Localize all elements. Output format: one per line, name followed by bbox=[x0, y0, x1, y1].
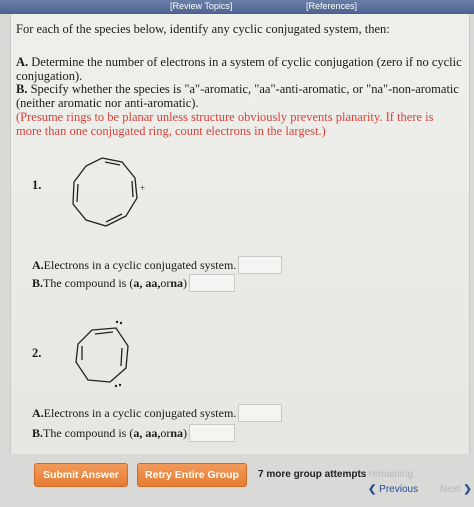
q1-classification-label-post: ) bbox=[183, 276, 188, 290]
step-b-letter: B. bbox=[16, 82, 28, 96]
q1-classification-row: B. The compound is (a, aa, or na) bbox=[32, 274, 236, 292]
double-bond-2-1 bbox=[94, 331, 114, 335]
q2-classification-label-post: ) bbox=[183, 426, 188, 440]
top-bar: [Review Topics] [References] bbox=[0, 0, 474, 14]
double-bond-2-2 bbox=[120, 347, 123, 367]
double-bond-3 bbox=[105, 213, 123, 223]
retry-entire-group-button[interactable]: Retry Entire Group bbox=[137, 463, 247, 487]
double-bond-4 bbox=[76, 183, 79, 203]
step-a-letter: A. bbox=[16, 55, 29, 69]
question-1-number: 1. bbox=[32, 178, 42, 192]
q2-classification-label-pre: The compound is ( bbox=[43, 426, 134, 440]
previous-label: Previous bbox=[379, 484, 419, 495]
planarity-note: (Presume rings to be planar unless struc… bbox=[16, 110, 434, 138]
next-label: Next bbox=[440, 484, 461, 495]
references-link[interactable]: [References] bbox=[306, 1, 357, 11]
question-2-number: 2. bbox=[32, 346, 42, 360]
q1-a-letter: A. bbox=[32, 258, 44, 272]
q1-electrons-label: Electrons in a cyclic conjugated system. bbox=[43, 258, 237, 272]
q1-electrons-input[interactable] bbox=[238, 256, 283, 274]
attempts-remaining: 7 more group attempts remaining bbox=[258, 469, 413, 480]
q2-electrons-row: A. Electrons in a cyclic conjugated syst… bbox=[32, 404, 283, 422]
q2-electrons-input[interactable] bbox=[238, 404, 283, 422]
q2-electrons-label: Electrons in a cyclic conjugated system. bbox=[43, 406, 237, 420]
q1-option-na: na bbox=[170, 276, 184, 290]
chevron-left-icon: ❮ bbox=[368, 484, 377, 495]
submit-answer-button[interactable]: Submit Answer bbox=[34, 463, 128, 487]
step-a-text: Determine the number of electrons in a s… bbox=[16, 55, 462, 83]
step-a: A. Determine the number of electrons in … bbox=[16, 55, 462, 83]
q2-b-letter: B. bbox=[32, 426, 44, 440]
q2-a-letter: A. bbox=[32, 406, 44, 420]
lone-pair-bottom bbox=[114, 383, 122, 388]
chevron-right-icon: ❯ bbox=[463, 484, 472, 495]
ring-bonds bbox=[72, 157, 138, 227]
q1-classification-label-mid: or bbox=[160, 276, 171, 290]
double-bond-1 bbox=[104, 161, 121, 166]
step-b: B. Specify whether the species is "a"-ar… bbox=[16, 82, 462, 110]
positive-charge: + bbox=[140, 183, 145, 193]
previous-link[interactable]: ❮ Previous bbox=[368, 484, 418, 495]
q2-classification-row: B. The compound is (a, aa, or na) bbox=[32, 424, 236, 442]
double-bond-2 bbox=[131, 180, 134, 198]
q1-classification-label-pre: The compound is ( bbox=[43, 276, 134, 290]
q2-option-na: na bbox=[170, 426, 184, 440]
q1-options-bold: a, aa, bbox=[133, 276, 161, 290]
review-topics-link[interactable]: [Review Topics] bbox=[170, 1, 232, 11]
q1-classification-input[interactable] bbox=[189, 274, 236, 292]
cyclononatetraenyl-cation-structure: + bbox=[72, 157, 145, 227]
q2-classification-input[interactable] bbox=[189, 424, 236, 442]
step-b-text: Specify whether the species is "a"-aroma… bbox=[16, 82, 459, 110]
lone-pair-top bbox=[115, 320, 123, 325]
next-link[interactable]: Next ❯ bbox=[440, 484, 472, 495]
cycloheptatrienyl-anion-structure bbox=[75, 320, 129, 388]
attempts-fade: remaining bbox=[369, 469, 414, 480]
q1-electrons-row: A. Electrons in a cyclic conjugated syst… bbox=[32, 256, 283, 274]
q2-classification-label-mid: or bbox=[160, 426, 171, 440]
ring-bonds-2 bbox=[75, 327, 129, 383]
q1-b-letter: B. bbox=[32, 276, 44, 290]
attempts-text: 7 more group attempts bbox=[258, 469, 370, 480]
intro-text: For each of the species below, identify … bbox=[16, 22, 390, 36]
q2-options-bold: a, aa, bbox=[133, 426, 161, 440]
